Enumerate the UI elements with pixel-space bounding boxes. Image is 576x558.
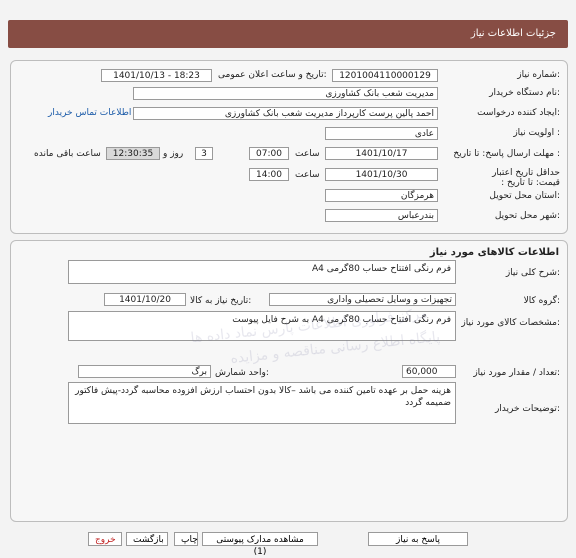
- page-title: جزئیات اطلاعات نیاز: [470, 28, 556, 39]
- creator-field: احمد پالین پرست کارپرداز مدیریت شعب بانک…: [133, 107, 438, 120]
- notes-field: هزینه حمل بر عهده تامین کننده می باشد –ک…: [68, 382, 456, 424]
- group-field: تجهیزات و وسایل تحصیلی واداری: [269, 293, 456, 306]
- province-field: هرمزگان: [325, 189, 438, 202]
- summary-field: فرم رنگی افتتاح حساب 80گرمی A4: [68, 260, 456, 284]
- spec-field: فرم رنگی افتتاح حساب 80گرمی A4 به شرح فا…: [68, 311, 456, 341]
- price-date-field: 1401/10/30: [325, 168, 438, 181]
- reply-date-field: 1401/10/17: [325, 147, 438, 160]
- notes-label: توضیحات خریدار:: [494, 404, 560, 414]
- reply-time-field: 07:00: [249, 147, 289, 160]
- city-label: شهر محل تحویل:: [494, 211, 560, 221]
- remaining-time-field: 12:30:35: [106, 147, 160, 160]
- price-time-field: 14:00: [249, 168, 289, 181]
- priority-field: عادی: [325, 127, 438, 140]
- reply-deadline-label: مهلت ارسال پاسخ: تا تاریخ :: [453, 149, 560, 159]
- page-header: جزئیات اطلاعات نیاز: [8, 20, 568, 48]
- need-date-label: تاریخ نیاز به کالا:: [190, 296, 252, 306]
- unit-field: برگ: [78, 365, 211, 378]
- buyer-org-label: نام دستگاه خریدار:: [489, 88, 560, 98]
- price-time-label: ساعت: [295, 170, 320, 180]
- days-field: 3: [195, 147, 213, 160]
- reply-time-label: ساعت: [295, 149, 320, 159]
- unit-label: واحد شمارش:: [215, 368, 269, 378]
- announce-field: 1401/10/13 - 18:23: [101, 69, 212, 82]
- need-number-label: شماره نیاز:: [517, 70, 560, 80]
- qty-label: تعداد / مقدار مورد نیاز:: [473, 368, 560, 378]
- reply-button[interactable]: پاسخ به نیاز: [368, 532, 468, 546]
- summary-label: شرح کلی نیاز:: [505, 268, 560, 278]
- city-field: بندرعباس: [325, 209, 438, 222]
- priority-label: اولویت نیاز :: [513, 128, 560, 138]
- back-button[interactable]: بازگشت: [126, 532, 168, 546]
- buyer-org-field: مدیریت شعب بانک کشاورزی: [133, 87, 438, 100]
- attachments-button[interactable]: مشاهده مدارک پیوستی (1): [202, 532, 318, 557]
- group-label: گروه کالا:: [523, 296, 560, 306]
- announce-label: تاریخ و ساعت اعلان عمومی:: [218, 70, 327, 80]
- province-label: استان محل تحویل:: [489, 191, 560, 201]
- buyer-contact-link[interactable]: اطلاعات تماس خریدار: [48, 108, 131, 118]
- creator-label: ایجاد کننده درخواست:: [477, 108, 560, 118]
- price-validity-label: حداقل تاریخ اعتبار قیمت: تا تاریخ :: [492, 168, 560, 188]
- qty-field: 60,000: [402, 365, 456, 378]
- spec-label: مشخصات کالای مورد نیاز:: [461, 318, 560, 328]
- exit-button[interactable]: خروج: [88, 532, 122, 546]
- remaining-label: ساعت باقی مانده: [34, 149, 101, 159]
- goods-panel-title: اطلاعات کالاهای مورد نیاز: [429, 247, 559, 258]
- need-number-field: 1201004110000129: [332, 69, 438, 82]
- need-date-field: 1401/10/20: [104, 293, 186, 306]
- days-label: روز و: [163, 149, 184, 159]
- print-button[interactable]: چاپ: [174, 532, 198, 546]
